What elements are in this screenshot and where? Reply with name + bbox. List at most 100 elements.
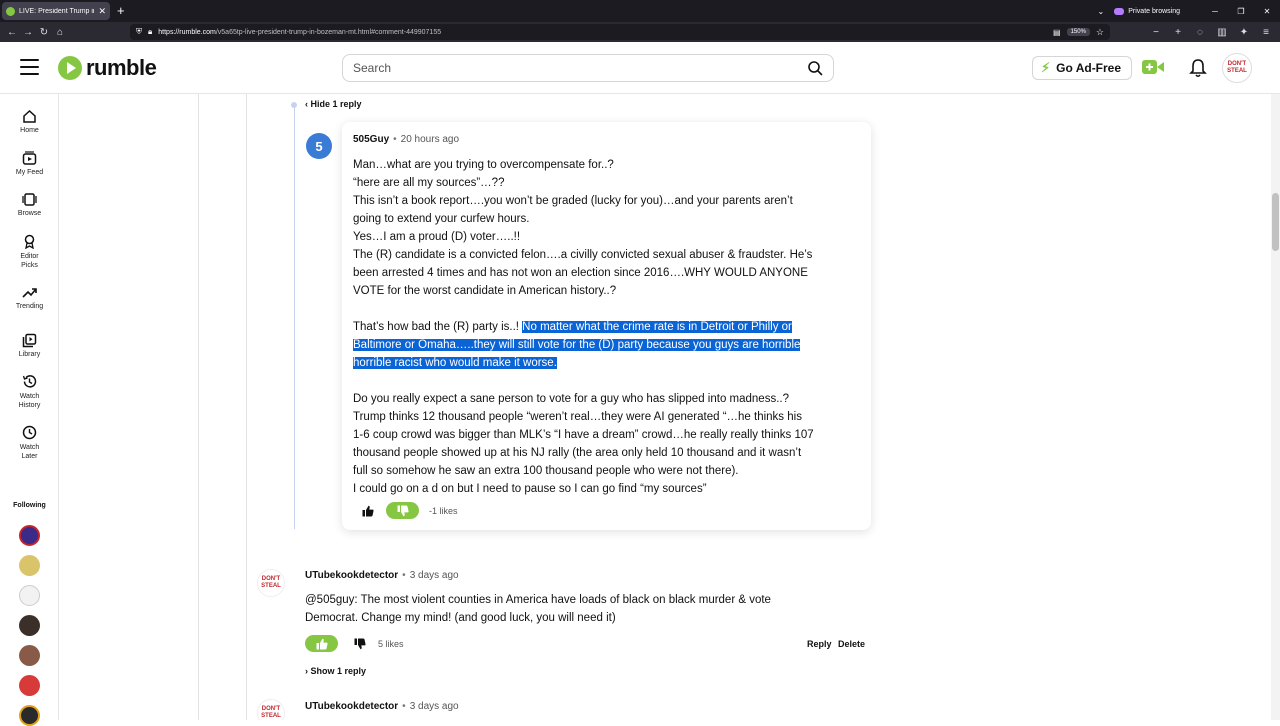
comment-line: VOTE for the worst candidate in American… [353,285,617,297]
dislike-button-active[interactable] [386,502,419,519]
followed-channel-avatar[interactable] [19,585,40,606]
comment-body: Man…what are you trying to overcompensat… [353,156,858,498]
user-avatar[interactable]: DON'T STEAL [1222,53,1252,83]
new-tab-icon[interactable]: + [117,3,125,18]
feed-icon [22,151,37,165]
search-box[interactable] [342,54,834,82]
bookmark-star-icon[interactable]: ☆ [1096,27,1104,38]
upload-video-icon[interactable] [1142,59,1164,75]
sidebar-item-label: Library [18,351,41,358]
extensions-icon[interactable]: ✦ [1236,27,1252,38]
editor-picks-icon [24,234,35,249]
address-bar[interactable]: ⛨ 🔒︎ https://rumble.com/v5a65tp-live-pre… [130,24,1110,40]
close-window-icon[interactable]: ✕ [1254,7,1280,16]
go-ad-free-button[interactable]: ⚡︎ Go Ad-Free [1032,56,1133,80]
comment-line: Baltimore or Omaha…..they will still vot… [353,336,858,354]
sidebar-item-home[interactable]: Home [0,109,59,134]
sidebar-item-library[interactable]: Library [0,333,59,358]
sidebar-item-my-feed[interactable]: My Feed [0,151,59,176]
scrollbar-thumb[interactable] [1272,193,1279,251]
comment-line: Trump thinks 12 thousand people “weren’t… [353,411,802,423]
private-browsing-indicator: Private browsing [1114,7,1180,15]
sidebar-item-editor-picks[interactable]: Editor Picks [0,234,59,270]
menu-icon[interactable]: ≡ [1258,27,1274,38]
reply-button[interactable]: Reply [807,639,832,649]
comment-username[interactable]: 505Guy [353,134,389,145]
comment-line: going to extend your curfew hours. [353,213,530,225]
tab-title: LIVE: President Trump in Bozem [19,7,94,15]
home-icon [23,109,36,123]
followed-channel-avatar[interactable] [19,645,40,666]
sidebar-item-label: Watch Later [19,444,40,460]
avatar[interactable]: DON'T STEAL [257,699,285,720]
selected-text: No matter what the crime rate is in Detr… [522,321,792,333]
forward-icon[interactable]: → [20,27,36,38]
zoom-out-icon[interactable]: − [1148,27,1164,38]
thumbs-down-icon [397,505,409,516]
comment-line: Democrat. Change my mind! (and good luck… [305,612,616,624]
selected-text: horrible racist who would make it worse. [353,357,557,369]
show-replies-button[interactable]: › Show 1 reply [305,666,366,676]
close-tab-icon[interactable]: ✕ [98,6,106,17]
page-scrollbar[interactable] [1271,94,1280,720]
lock-icon[interactable]: 🔒︎ [148,27,152,37]
back-icon[interactable]: ← [4,27,20,38]
sidebar-item-watch-later[interactable]: Watch Later [0,425,59,461]
zoom-in-icon[interactable]: + [1170,27,1186,38]
comment-text: That’s how bad the (R) party is..! [353,321,523,333]
comment-actions: -1 likes [360,502,458,519]
browser-tab[interactable]: LIVE: President Trump in Bozem ✕ [2,2,110,20]
notifications-bell-icon[interactable] [1189,58,1207,78]
comment-actions: 5 likes [305,635,404,652]
private-label: Private browsing [1128,7,1180,15]
likes-count: -1 likes [429,505,458,516]
url-path: /v5a65tp-live-president-trump-in-bozeman… [215,28,442,36]
sidebar-item-label: Trending [15,303,44,310]
sidebar-toggle-icon[interactable]: ▥ [1214,27,1230,38]
shield-icon[interactable]: ⛨ [136,27,142,37]
comment-line: I could go on a d on but I need to pause… [353,483,707,495]
search-icon[interactable] [807,60,823,76]
hide-replies-button[interactable]: ‹ Hide 1 reply [305,99,362,109]
rumble-favicon-icon [6,6,15,16]
avatar[interactable]: DON'T STEAL [257,569,285,597]
like-button-active[interactable] [305,635,338,652]
rumble-play-icon [58,56,82,80]
followed-channel-avatar[interactable] [19,555,40,576]
browser-nav-bar: ← → ↻ ⌂ ⛨ 🔒︎ https://rumble.com/v5a65tp-… [0,22,1280,42]
thumbs-down-icon[interactable] [352,636,368,652]
thumbs-up-icon[interactable] [360,503,376,519]
followed-channel-avatar[interactable] [19,525,40,546]
reader-view-icon[interactable]: ▤ [1053,28,1061,37]
sidebar-item-watch-history[interactable]: Watch History [0,374,59,410]
home-browser-icon[interactable]: ⌂ [52,27,68,38]
comment-timestamp[interactable]: 3 days ago [410,701,459,712]
following-heading: Following [13,502,46,509]
comment-line: The (R) candidate is a convicted felon….… [353,249,813,261]
comment-username[interactable]: UTubekookdetector [305,701,398,712]
comment-line: That’s how bad the (R) party is..! No ma… [353,318,858,336]
comment-timestamp[interactable]: 20 hours ago [401,134,459,145]
reload-icon[interactable]: ↻ [36,27,52,38]
search-input[interactable] [353,61,807,75]
avatar[interactable]: 5 [306,133,332,159]
restore-icon[interactable]: ❐ [1228,7,1254,16]
pocket-icon[interactable]: ◌ [1192,27,1208,38]
minimize-icon[interactable]: ─ [1202,7,1228,16]
delete-button[interactable]: Delete [838,639,865,649]
rumble-logo[interactable]: rumble [58,55,157,81]
url-text[interactable]: https://rumble.com/v5a65tp-live-presiden… [158,29,1047,36]
sidebar-item-trending[interactable]: Trending [0,285,59,310]
comment-body: @505guy: The most violent counties in Am… [305,591,865,627]
followed-channel-avatar[interactable] [19,705,40,726]
sidebar-item-label: Browse [17,210,42,217]
comment-username[interactable]: UTubekookdetector [305,570,398,581]
hamburger-menu-icon[interactable] [20,59,39,75]
followed-channel-avatar[interactable] [19,615,40,636]
sidebar-item-browse[interactable]: Browse [0,192,59,217]
zoom-level[interactable]: 150% [1066,28,1090,36]
comment-timestamp[interactable]: 3 days ago [410,570,459,581]
list-tabs-icon[interactable]: ⌄ [1098,7,1105,16]
browse-icon [22,193,37,206]
followed-channel-avatar[interactable] [19,675,40,696]
